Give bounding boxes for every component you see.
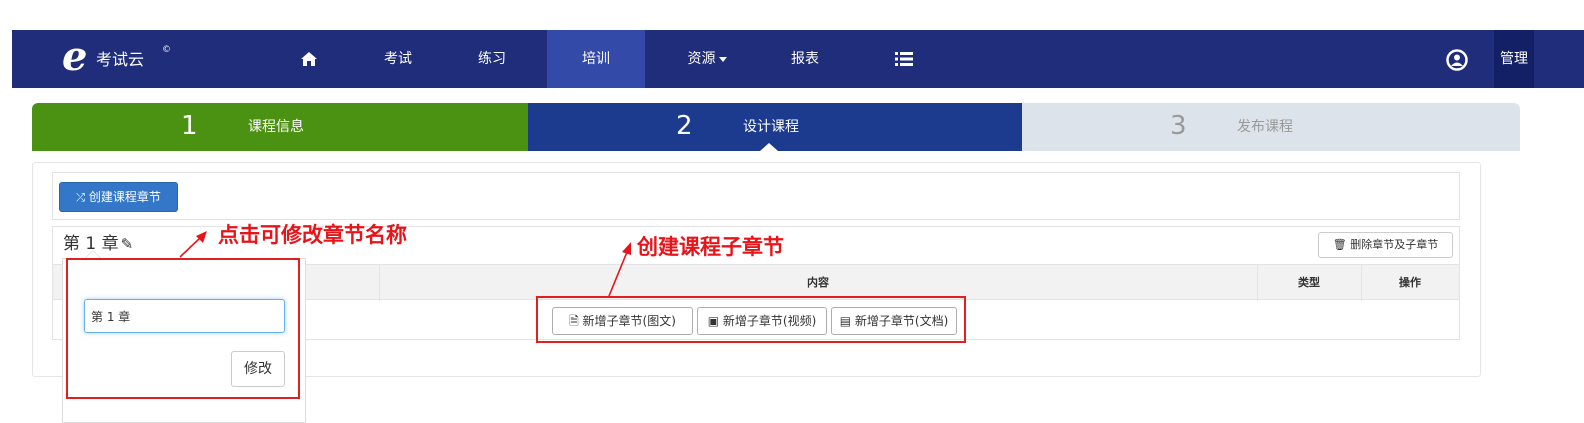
top-navbar: e 考试云 © 考试 练习 培训 资源 报表 管理 (12, 30, 1584, 88)
trash-icon: 🗑 (1332, 238, 1347, 251)
nav-training[interactable]: 培训 (547, 30, 645, 88)
list-icon (895, 52, 913, 66)
delete-chapter-label: 删除章节及子章节 (1350, 238, 1439, 251)
chapter-toolbar (52, 172, 1460, 220)
active-step-pointer (760, 143, 778, 151)
home-icon (301, 52, 317, 66)
delete-chapter-button[interactable]: 🗑 删除章节及子章节 (1318, 232, 1453, 258)
nav-reports[interactable]: 报表 (775, 30, 835, 88)
nav-resources[interactable]: 资源 (667, 30, 747, 88)
wizard-step-design-course[interactable]: 2 设计课程 (528, 103, 1022, 151)
annotation-highlight-rename (66, 258, 300, 399)
column-header-actions: 操作 (1399, 276, 1421, 289)
nav-resources-label: 资源 (687, 51, 716, 67)
nav-admin[interactable]: 管理 (1494, 30, 1534, 88)
caret-down-icon (718, 56, 727, 62)
shuffle-icon: ⤮ (76, 191, 85, 204)
step-number: 3 (1170, 111, 1187, 141)
pencil-icon[interactable]: ✎ (121, 235, 134, 253)
wizard-step-course-info[interactable]: 1 课程信息 (32, 103, 528, 151)
step-label: 设计课程 (743, 119, 799, 135)
wizard-step-publish-course[interactable]: 3 发布课程 (1022, 103, 1520, 151)
nav-exam[interactable]: 考试 (368, 30, 428, 88)
step-label: 发布课程 (1237, 119, 1293, 135)
step-label: 课程信息 (248, 119, 304, 135)
create-chapter-label: 创建课程章节 (88, 190, 161, 204)
create-chapter-button[interactable]: ⤮ 创建课程章节 (59, 182, 178, 212)
annotation-highlight-subchapters (536, 296, 966, 343)
user-icon (1446, 49, 1468, 71)
nav-home[interactable] (274, 30, 344, 88)
column-header-type: 类型 (1298, 276, 1320, 289)
nav-practice[interactable]: 练习 (462, 30, 522, 88)
annotation-text-subchapters: 创建课程子章节 (637, 234, 784, 259)
logo-mark: e (62, 33, 88, 80)
step-number: 1 (181, 111, 198, 141)
user-account-button[interactable] (1446, 49, 1468, 71)
annotation-text-rename: 点击可修改章节名称 (218, 222, 407, 247)
step-number: 2 (676, 111, 693, 141)
nav-list[interactable] (884, 30, 924, 88)
logo-copyright-mark: © (162, 45, 171, 55)
logo-text: 考试云 (96, 50, 145, 69)
